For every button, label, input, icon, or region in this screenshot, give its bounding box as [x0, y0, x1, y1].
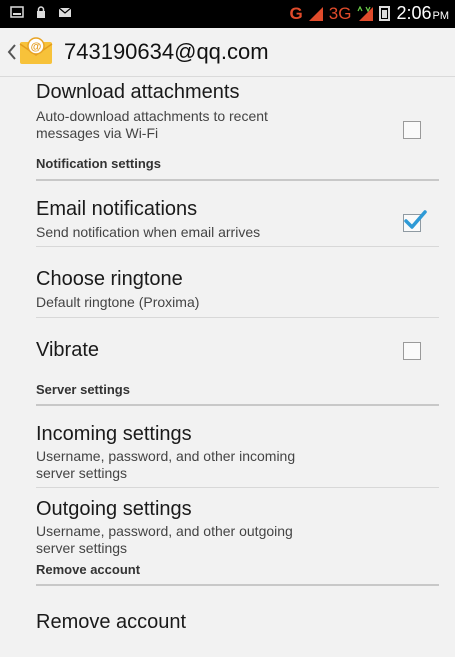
incoming-settings-summary-1: Username, password, and other incoming: [36, 448, 296, 464]
remove-account-header: Remove account: [36, 558, 439, 584]
incoming-settings-title: Incoming settings: [36, 423, 192, 445]
server-settings-header: Server settings: [36, 378, 439, 404]
outgoing-settings-summary-1: Username, password, and other outgoing: [36, 523, 293, 539]
network-g-label: G: [289, 3, 303, 23]
vibrate-title: Vibrate: [36, 339, 100, 361]
download-attachments-title: Download attachments: [36, 81, 240, 103]
incoming-settings-summary-2: server settings: [36, 465, 128, 481]
status-indicators: G 3G 2:06PM: [290, 3, 449, 24]
data-signal-icon: [357, 6, 374, 21]
choose-ringtone-row[interactable]: Choose ringtone Default ringtone (Proxim…: [36, 247, 439, 317]
lock-icon: [37, 6, 45, 18]
email-notifications-checkbox[interactable]: [403, 210, 427, 232]
mail-icon: [58, 7, 72, 17]
status-bar: G 3G 2:06PM: [0, 0, 455, 28]
incoming-settings-row[interactable]: Incoming settings Username, password, an…: [36, 406, 439, 487]
clock-time: 2:06: [396, 3, 432, 23]
account-title: 743190634@qq.com: [64, 39, 269, 64]
download-attachments-checkbox[interactable]: [403, 121, 421, 139]
settings-list: Download attachments Auto-download attac…: [0, 77, 455, 646]
battery-icon: [379, 6, 391, 21]
email-notifications-summary: Send notification when email arrives: [36, 224, 261, 240]
choose-ringtone-title: Choose ringtone: [36, 268, 183, 290]
screenshot-icon: [10, 6, 24, 18]
clock: 2:06PM: [396, 3, 449, 24]
remove-account-title: Remove account: [36, 611, 187, 633]
clock-ampm: PM: [432, 10, 450, 22]
download-attachments-summary-1: Auto-download attachments to recent: [36, 108, 268, 124]
remove-account-row[interactable]: Remove account: [36, 586, 439, 646]
email-notifications-title: Email notifications: [36, 198, 198, 220]
back-chevron-icon[interactable]: [7, 43, 17, 61]
signal-icon: [308, 7, 323, 21]
download-attachments-row[interactable]: Download attachments Auto-download attac…: [36, 77, 439, 153]
outgoing-settings-title: Outgoing settings: [36, 498, 192, 520]
email-notifications-row[interactable]: Email notifications Send notification wh…: [36, 181, 439, 246]
remove-account-header-label: Remove account: [36, 562, 141, 577]
checkmark-icon: [404, 210, 427, 229]
network-3g-label: 3G: [328, 3, 352, 23]
notification-settings-header: Notification settings: [36, 153, 439, 179]
server-settings-label: Server settings: [36, 382, 130, 397]
outgoing-settings-row[interactable]: Outgoing settings Username, password, an…: [36, 488, 439, 558]
status-notifications: [10, 6, 72, 18]
action-bar: @ 743190634@qq.com: [0, 28, 455, 77]
download-attachments-summary-2: messages via Wi-Fi: [36, 125, 159, 141]
vibrate-row[interactable]: Vibrate: [36, 318, 439, 378]
outgoing-settings-summary-2: server settings: [36, 540, 128, 556]
email-app-icon[interactable]: @: [18, 36, 54, 66]
choose-ringtone-summary: Default ringtone (Proxima): [36, 294, 200, 310]
svg-text:@: @: [31, 41, 42, 53]
notification-settings-label: Notification settings: [36, 156, 161, 171]
vibrate-checkbox[interactable]: [403, 342, 421, 360]
